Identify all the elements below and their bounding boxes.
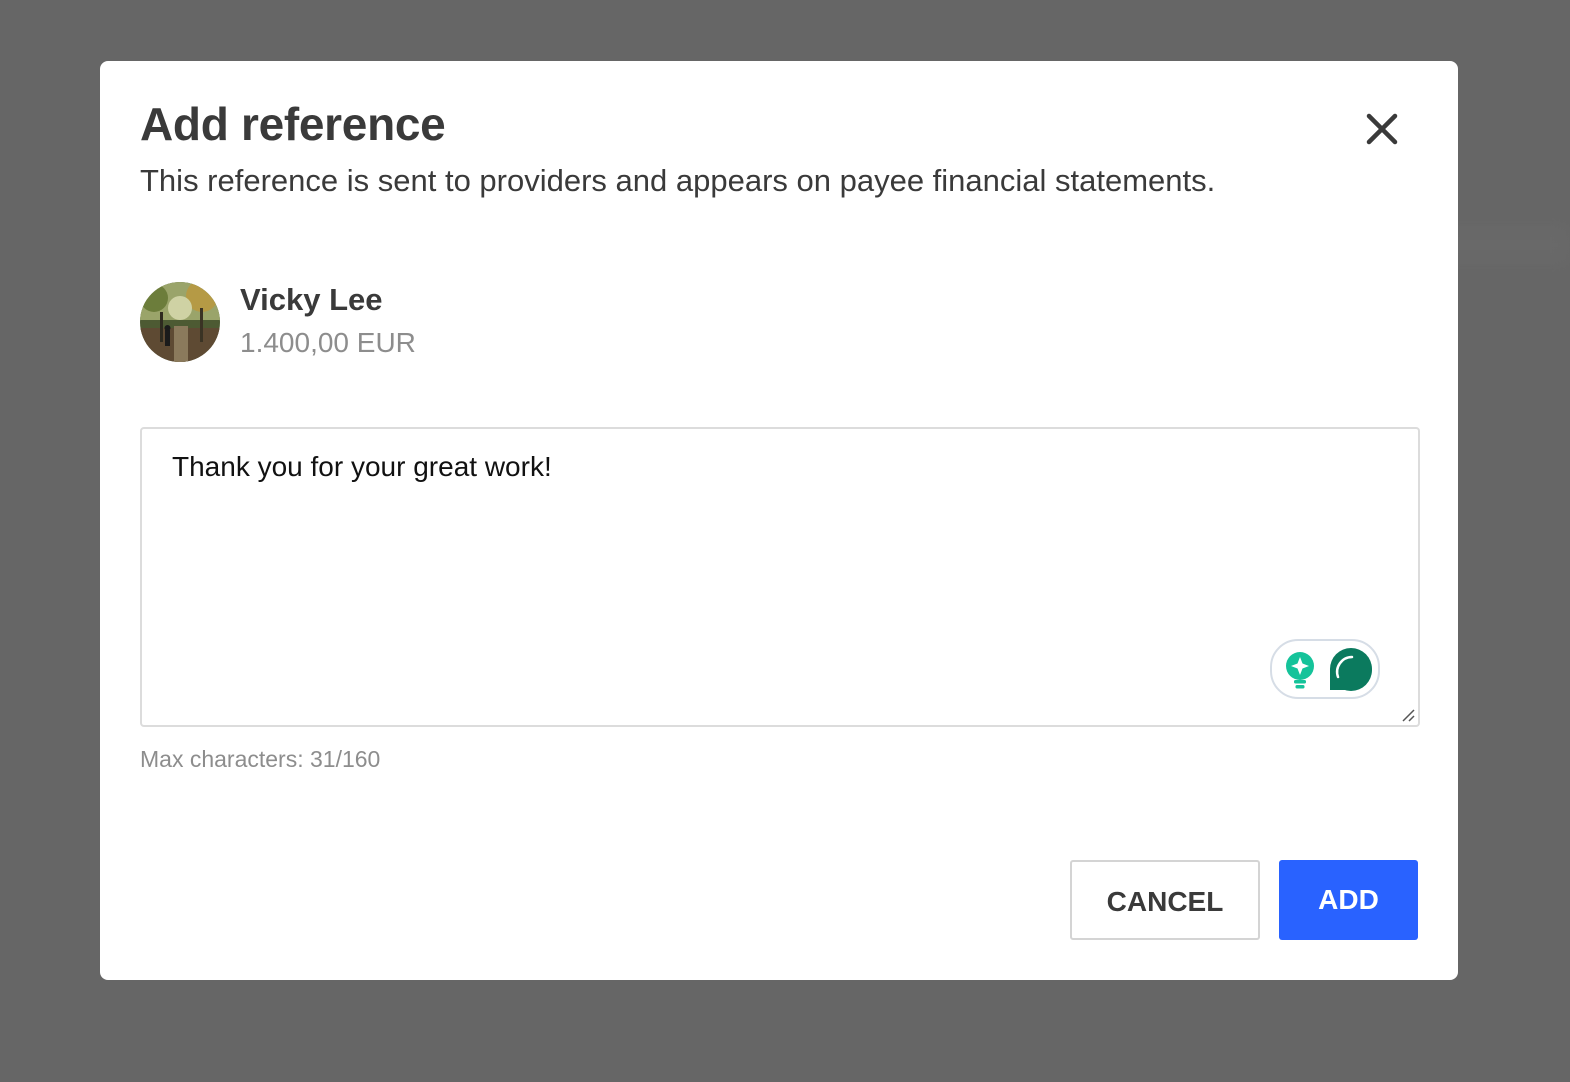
avatar: [140, 282, 220, 362]
cancel-button[interactable]: CANCEL: [1070, 860, 1260, 940]
grammar-assistant-widget[interactable]: [1270, 639, 1380, 699]
resize-handle-icon[interactable]: [1400, 707, 1416, 723]
payee-amount: 1.400,00 EUR: [240, 327, 416, 358]
close-icon: [1366, 113, 1398, 145]
reference-textarea[interactable]: Thank you for your great work!: [140, 427, 1420, 727]
reference-text[interactable]: Thank you for your great work!: [172, 451, 552, 483]
add-reference-dialog: Add reference This reference is sent to …: [100, 61, 1458, 980]
dialog-title: Add reference: [140, 98, 446, 150]
add-button[interactable]: ADD: [1279, 860, 1418, 940]
payee-name: Vicky Lee: [240, 282, 383, 317]
backdrop-shadow: [1440, 225, 1570, 265]
lightbulb-icon[interactable]: [1282, 651, 1318, 689]
grammarly-icon[interactable]: [1328, 647, 1374, 691]
close-button[interactable]: [1360, 107, 1404, 151]
character-counter: Max characters: 31/160: [140, 746, 381, 772]
dialog-subtitle: This reference is sent to providers and …: [140, 163, 1216, 198]
